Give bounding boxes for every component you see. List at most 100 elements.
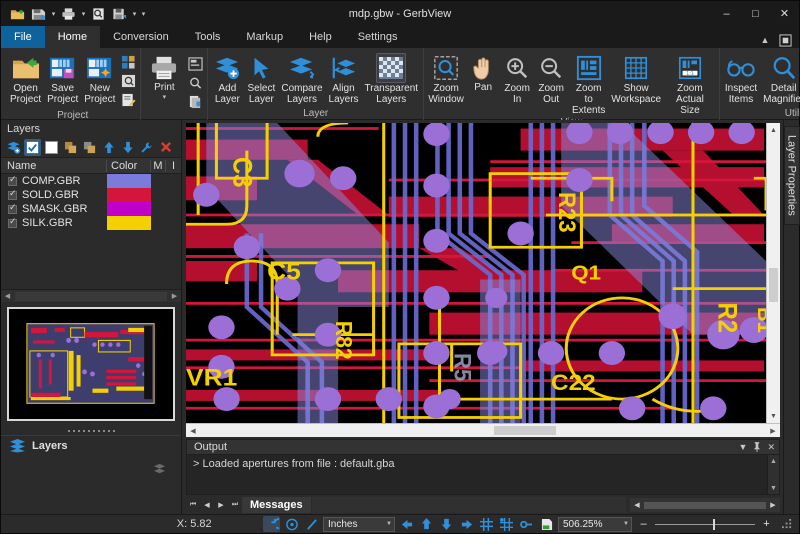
qat-print-caret-icon[interactable]: ▾ [80, 10, 87, 18]
pan-button[interactable]: Pan [466, 51, 500, 93]
move-layer-down-icon[interactable] [119, 139, 136, 156]
canvas-vertical-scrollbar[interactable]: ▲ ▼ [766, 123, 780, 423]
qat-print-preview-icon[interactable] [89, 4, 108, 23]
layer-visibility-checkbox[interactable] [8, 177, 17, 186]
scroll-up-icon[interactable]: ▲ [768, 455, 779, 467]
layer-color-swatch[interactable] [107, 216, 151, 230]
compare-layers-button[interactable]: Compare Layers [278, 51, 325, 105]
measure-line-icon[interactable] [303, 516, 320, 532]
pan-left-icon[interactable] [398, 516, 415, 532]
scroll-track[interactable] [15, 292, 167, 301]
column-i[interactable]: I [166, 160, 181, 172]
restore-window-icon[interactable] [777, 32, 793, 48]
nav-prev-icon[interactable]: ◀ [200, 497, 214, 513]
scroll-right-icon[interactable]: ▶ [766, 497, 780, 513]
zoom-dropdown[interactable]: 506.25% ▼ [558, 517, 632, 532]
tab-file[interactable]: File [1, 26, 45, 48]
pan-down-icon[interactable] [438, 516, 455, 532]
show-workspace-button[interactable]: Show Workspace [609, 51, 663, 105]
add-layer-button[interactable]: Add Layer [210, 51, 244, 105]
tab-tools[interactable]: Tools [182, 26, 234, 48]
layer-tools-icon[interactable] [153, 463, 167, 477]
tab-settings[interactable]: Settings [345, 26, 411, 48]
qat-open-project-icon[interactable] [8, 4, 27, 23]
close-panel-icon[interactable]: ✕ [767, 442, 775, 453]
project-info-icon[interactable] [118, 72, 138, 90]
messages-horizontal-scrollbar[interactable]: ◀ ▶ [630, 498, 780, 512]
print-button[interactable]: Print ▾ [143, 51, 185, 101]
scroll-right-icon[interactable]: ▶ [168, 290, 181, 303]
layer-color-swatch[interactable] [107, 174, 151, 188]
lock-icon[interactable] [518, 516, 535, 532]
layer-settings-icon[interactable] [138, 139, 155, 156]
tab-markup[interactable]: Markup [233, 26, 296, 48]
layer-row-sold[interactable]: SOLD.GBR [1, 188, 181, 202]
detail-magnifier-button[interactable]: Detail Magnifier [760, 51, 800, 105]
nav-next-icon[interactable]: ▶ [214, 497, 228, 513]
merge-layers-icon[interactable] [62, 139, 79, 156]
horizontal-scroll-thumb[interactable] [494, 426, 556, 435]
pcb-canvas[interactable]: C3 C5 R82 VR1 R23 Q1 R2 C22 B1 [186, 123, 766, 423]
copy-layer-icon[interactable] [81, 139, 98, 156]
board-preview[interactable] [7, 307, 175, 421]
zoom-slider[interactable] [655, 516, 755, 532]
batch-print-icon[interactable] [185, 93, 205, 111]
layer-row-comp[interactable]: COMP.GBR [1, 174, 181, 188]
layer-color-swatch[interactable] [107, 202, 151, 216]
units-dropdown[interactable]: Inches ▼ [323, 517, 395, 532]
save-project-button[interactable]: Save Project [44, 51, 81, 105]
layer-row-silk[interactable]: SILK.GBR [1, 216, 181, 230]
column-name[interactable]: Name [1, 160, 107, 172]
page-icon[interactable] [538, 516, 555, 532]
scroll-left-icon[interactable]: ◀ [186, 424, 200, 437]
pin-panel-icon[interactable] [753, 442, 761, 453]
align-layers-button[interactable]: Align Layers [326, 51, 362, 105]
scroll-up-icon[interactable]: ▲ [767, 123, 780, 137]
zoom-slider-knob[interactable] [713, 519, 715, 530]
select-layer-button[interactable]: Select Layer [244, 51, 278, 105]
dock-resize-grip[interactable] [1, 426, 181, 435]
undo-view-icon[interactable] [263, 516, 280, 532]
page-setup-icon[interactable] [185, 55, 205, 73]
qat-print-icon[interactable] [59, 4, 78, 23]
open-project-button[interactable]: Open Project [7, 51, 44, 105]
output-vertical-scrollbar[interactable]: ▲ ▼ [767, 455, 779, 494]
check-all-layers-icon[interactable] [24, 139, 41, 156]
resize-grip-icon[interactable] [778, 516, 795, 532]
move-layer-up-icon[interactable] [100, 139, 117, 156]
nav-last-icon[interactable]: ⏭ [228, 497, 242, 513]
scroll-left-icon[interactable]: ◀ [630, 497, 644, 513]
new-project-button[interactable]: New Project [81, 51, 118, 105]
scroll-right-icon[interactable]: ▶ [766, 424, 780, 437]
chevron-down-icon[interactable]: ▼ [617, 521, 629, 527]
tab-conversion[interactable]: Conversion [100, 26, 182, 48]
zoom-window-button[interactable]: Zoom Window [426, 51, 466, 105]
scroll-thumb[interactable] [644, 502, 766, 509]
zoom-out-button[interactable]: Zoom Out [534, 51, 568, 105]
tab-help[interactable]: Help [296, 26, 345, 48]
snap-grid-icon[interactable] [498, 516, 515, 532]
scroll-down-icon[interactable]: ▼ [767, 409, 780, 423]
qat-export-caret-icon[interactable]: ▾ [131, 10, 138, 18]
column-color[interactable]: Color [107, 160, 151, 172]
scroll-left-icon[interactable]: ◀ [1, 290, 14, 303]
zoom-in-button[interactable]: Zoom In [500, 51, 534, 105]
tab-home[interactable]: Home [45, 26, 100, 48]
add-layer-icon[interactable] [5, 139, 22, 156]
vertical-scroll-track[interactable] [767, 137, 780, 409]
pan-up-icon[interactable] [418, 516, 435, 532]
uncheck-all-layers-icon[interactable] [43, 139, 60, 156]
column-m[interactable]: M [151, 160, 166, 172]
layer-visibility-checkbox[interactable] [8, 219, 17, 228]
zoom-actual-size-button[interactable]: 1:1 Zoom Actual Size [663, 51, 717, 116]
zoom-out-button[interactable]: – [635, 516, 652, 532]
zoom-in-button[interactable]: + [758, 516, 775, 532]
tab-layer-properties[interactable]: Layer Properties [784, 126, 800, 225]
layer-color-swatch[interactable] [107, 188, 151, 202]
print-preview-icon[interactable] [185, 74, 205, 92]
layer-row-smask[interactable]: SMASK.GBR [1, 202, 181, 216]
pan-right-icon[interactable] [458, 516, 475, 532]
output-dropdown-icon[interactable]: ▼ [739, 442, 748, 453]
chevron-down-icon[interactable]: ▼ [380, 521, 392, 527]
qat-save-caret-icon[interactable]: ▾ [50, 10, 57, 18]
